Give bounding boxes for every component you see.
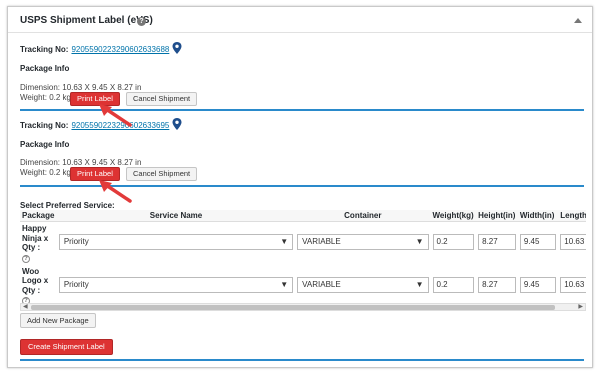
col-width: Width(in)	[517, 210, 559, 222]
package-weight: Weight: 0.2 kg	[20, 168, 71, 177]
container-cell: VARIABLE ▼	[295, 222, 430, 265]
cancel-shipment-button[interactable]: Cancel Shipment	[126, 167, 198, 181]
panel-title: USPS Shipment Label (eVS)	[20, 15, 153, 26]
service-table: Package Service Name Container Weight(kg…	[20, 210, 586, 307]
chevron-down-icon: ▼	[280, 279, 289, 289]
service-select[interactable]: Priority ▼	[58, 276, 294, 293]
width-input[interactable]: 9.45	[519, 276, 557, 293]
service-select[interactable]: Priority ▼	[58, 234, 294, 250]
col-length: Length(in)	[558, 210, 586, 222]
width-cell: 9.45	[518, 222, 558, 265]
length-cell: 10.63	[558, 222, 586, 265]
preferred-service-title: Select Preferred Service:	[20, 201, 115, 210]
section-divider	[20, 359, 584, 361]
col-package: Package	[20, 210, 57, 222]
product-name: Woo Logo x Qty :	[22, 266, 49, 295]
add-new-package-button[interactable]: Add New Package	[20, 313, 96, 328]
scroll-right-icon[interactable]: ▶	[578, 304, 583, 311]
scroll-left-icon[interactable]: ◀	[23, 304, 28, 311]
panel-header: USPS Shipment Label (eVS) ?	[8, 7, 592, 33]
help-icon[interactable]: ?	[22, 254, 30, 263]
chevron-down-icon: ▼	[280, 237, 289, 246]
service-select-value: Priority	[63, 237, 89, 246]
package-info-title: Package Info	[20, 140, 70, 149]
scrollbar-thumb[interactable]	[31, 305, 555, 310]
col-service-name: Service Name	[56, 210, 296, 222]
weight-input[interactable]: 0.2	[432, 234, 475, 250]
table-row: Woo Logo x Qty : ? Priority ▼ VARIABLE ▼ 0…	[20, 265, 586, 308]
package-info-title: Package Info	[20, 64, 70, 73]
container-select-value: VARIABLE	[302, 279, 341, 289]
package-weight: Weight: 0.2 kg	[20, 93, 71, 102]
table-row: Happy Ninja x Qty : ? Priority ▼ VARIABLE…	[20, 222, 586, 265]
container-select-value: VARIABLE	[302, 237, 341, 246]
height-cell: 8.27	[476, 265, 518, 308]
map-pin-icon[interactable]	[172, 42, 182, 54]
usps-shipment-panel: USPS Shipment Label (eVS) ? Tracking No:…	[7, 6, 593, 368]
tracking-line: Tracking No: 9205590223290602633688	[20, 42, 182, 54]
container-select[interactable]: VARIABLE ▼	[297, 234, 429, 250]
tracking-label: Tracking No:	[20, 45, 69, 54]
width-input[interactable]: 9.45	[519, 234, 557, 250]
create-shipment-label-button[interactable]: Create Shipment Label	[20, 339, 113, 355]
col-container: Container	[295, 210, 431, 222]
chevron-down-icon: ▼	[415, 237, 424, 246]
container-select[interactable]: VARIABLE ▼	[297, 276, 429, 293]
tracking-label: Tracking No:	[20, 121, 69, 130]
service-cell: Priority ▼	[57, 265, 295, 308]
height-input[interactable]: 8.27	[478, 276, 516, 293]
service-cell: Priority ▼	[57, 222, 295, 265]
service-select-value: Priority	[63, 279, 89, 289]
col-weight: Weight(kg)	[430, 210, 477, 222]
length-input[interactable]: 10.63	[560, 234, 586, 250]
product-cell: Woo Logo x Qty : ?	[20, 265, 57, 308]
length-input[interactable]: 10.63	[560, 276, 586, 293]
service-table-wrapper: Package Service Name Container Weight(kg…	[20, 210, 586, 308]
col-height: Height(in)	[476, 210, 518, 222]
package-dimension: Dimension: 10.63 X 9.45 X 8.27 in	[20, 158, 142, 167]
map-pin-icon[interactable]	[172, 118, 182, 130]
chevron-down-icon: ▼	[415, 279, 424, 289]
weight-cell: 0.2	[431, 222, 477, 265]
cancel-shipment-button[interactable]: Cancel Shipment	[126, 92, 198, 106]
width-cell: 9.45	[518, 265, 558, 308]
table-header-row: Package Service Name Container Weight(kg…	[20, 210, 586, 222]
container-cell: VARIABLE ▼	[295, 265, 430, 308]
package-dimension: Dimension: 10.63 X 9.45 X 8.27 in	[20, 83, 142, 92]
annotation-arrow-icon	[99, 104, 132, 127]
height-cell: 8.27	[476, 222, 518, 265]
product-cell: Happy Ninja x Qty : ?	[20, 222, 57, 265]
collapse-icon[interactable]	[574, 18, 582, 23]
weight-cell: 0.2	[431, 265, 477, 308]
weight-input[interactable]: 0.2	[432, 276, 475, 293]
tracking-number-link[interactable]: 9205590223290602633688	[71, 45, 169, 54]
height-input[interactable]: 8.27	[478, 234, 516, 250]
help-icon[interactable]: ?	[137, 17, 146, 26]
product-name: Happy Ninja x Qty :	[22, 224, 49, 252]
horizontal-scrollbar[interactable]: ◀ ▶	[20, 303, 586, 311]
length-cell: 10.63	[558, 265, 586, 308]
